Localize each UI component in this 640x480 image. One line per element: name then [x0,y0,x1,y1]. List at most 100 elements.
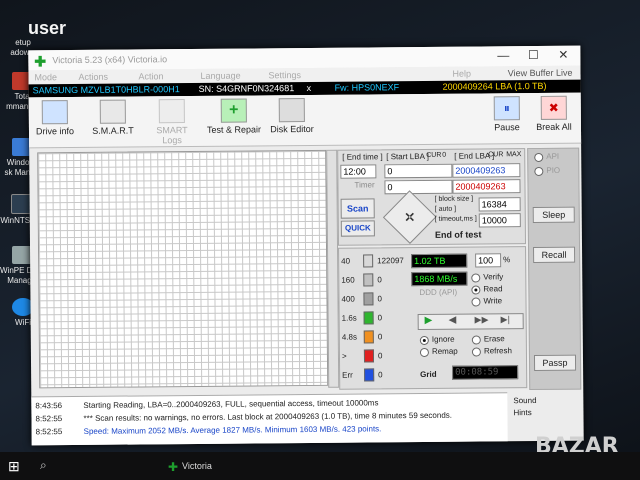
start-cur-button[interactable]: CUR [426,152,441,159]
ddd-api-checkbox[interactable]: DDD (API) [419,288,457,297]
menu-mode[interactable]: Mode [34,72,57,82]
log-time: 8:43:56 [35,401,63,411]
remap-radio[interactable] [419,347,429,358]
pause-button[interactable]: ⏸ Pause [489,96,525,140]
end-lba-max-field[interactable]: 2000409263 [452,179,521,194]
victoria-window: ✚ Victoria 5.23 (x64) Victoria.io — ☐ ✕ … [28,45,584,446]
block-time-swatch [364,368,375,382]
drive-serial: SN: S4GRNF0N324681 [198,83,295,94]
minimize-button[interactable]: — [488,48,518,62]
remap-label: Remap [431,346,458,356]
block-time-label: 40 [341,256,351,266]
victoria-task-icon[interactable]: ✚ [168,460,178,474]
scan-stats-panel: 40 122097 160 0 400 0 1.6s 0 4.8s 0 >0 Err 0 1.02 TB… [338,246,528,390]
end-lba-field[interactable]: 2000409263 [452,163,521,178]
drive-close[interactable]: x [307,83,312,93]
menu-action[interactable]: Action [138,71,163,81]
skip-end-icon[interactable]: ▶| [501,314,510,325]
back-icon[interactable]: ◀ [449,315,457,326]
smart-logs-button[interactable]: SMART Logs [147,99,197,145]
user-label: user [28,18,67,38]
api-radio[interactable] [534,152,544,163]
menu-actions[interactable]: Actions [78,72,108,82]
block-time-label: > [341,351,347,361]
percent-display: 100 [475,253,502,268]
end-of-test-select[interactable]: End of test [435,229,482,239]
log-row: 8:52:55 Speed: Maximum 2052 MB/s. Average… [36,424,382,436]
event-log: 8:43:56 Starting Reading, LBA=0..20004092… [31,392,508,446]
log-time: 8:52:55 [35,414,63,424]
block-size-field[interactable]: 16384 [478,197,521,212]
write-radio[interactable] [471,297,481,307]
percent-unit: % [503,255,511,265]
toolbar: Drive info S.M.A.R.T SMART Logs + Test & … [28,92,582,149]
log-row: 8:52:55 *** Scan results: no warnings, no… [35,411,452,424]
start-zero-button[interactable]: 0 [442,152,446,159]
scan-button[interactable]: Scan [340,198,375,219]
drive-info-icon [41,100,68,125]
hints-checkbox[interactable]: Hints [513,408,531,417]
scan-block-grid [37,149,329,389]
search-icon[interactable]: ⌕ [40,458,47,473]
break-all-button[interactable]: ✖ Break All [533,95,575,140]
end-cur-button[interactable]: CUR [488,151,503,158]
block-time-count: 0 [378,370,383,380]
disk-editor-icon [278,98,305,123]
recall-button[interactable]: Recall [533,246,576,264]
read-label: Read [483,284,503,294]
playback-controls: ▶ ◀ ▶▶ ▶| [417,313,524,331]
block-time-swatch [363,349,375,363]
verify-label: Verify [483,272,504,282]
ignore-label: Ignore [431,334,455,344]
refresh-radio[interactable] [471,347,481,357]
victoria-task-label[interactable]: Victoria [182,461,212,471]
block-time-swatch [363,292,374,306]
start-icon[interactable]: ⊞ [8,458,20,475]
timer-field[interactable]: 0 [384,179,453,195]
end-max-button[interactable]: MAX [506,151,521,158]
block-time-swatch [363,273,374,287]
erase-radio[interactable] [471,335,481,345]
sound-checkbox[interactable]: Sound [513,396,536,405]
block-time-count: 0 [377,294,382,304]
window-title: Victoria 5.23 (x64) Victoria.io [52,54,168,66]
read-radio[interactable] [471,285,481,295]
auto-label: [ auto ] [434,205,457,213]
block-time-count: 0 [377,275,382,285]
smart-icon [99,99,126,124]
skip-forward-icon[interactable]: ▶▶ [475,314,489,325]
api-label: API [546,151,560,161]
passp-button[interactable]: Passp [533,354,577,372]
grid-checkbox[interactable]: Grid [420,370,437,379]
disk-editor-button[interactable]: Disk Editor [269,98,315,142]
pio-radio[interactable] [534,166,544,177]
end-time-field[interactable]: 12:00 [340,164,377,179]
smart-logs-icon [158,99,185,124]
block-time-count: 0 [377,313,383,323]
view-buffer-live[interactable]: View Buffer Live [508,68,573,79]
ignore-radio[interactable] [419,335,429,346]
block-time-swatch [363,330,374,344]
pio-label: PIO [546,165,561,175]
drive-info-button[interactable]: Drive info [33,100,77,144]
taskbar: ⊞ ⌕ ✚ Victoria [0,452,640,480]
log-message: *** Scan results: no warnings, no errors… [83,410,453,423]
block-time-label: 160 [341,275,355,285]
maximize-button[interactable]: ☐ [518,48,548,62]
close-window-button[interactable]: ✕ [548,48,578,62]
play-icon[interactable]: ▶ [425,315,433,326]
menu-language[interactable]: Language [200,71,240,81]
timeout-field[interactable]: 10000 [478,213,521,228]
start-lba-field[interactable]: 0 [384,163,453,179]
verify-radio[interactable] [471,273,481,283]
quick-button[interactable]: QUICK [340,220,375,237]
menu-settings[interactable]: Settings [268,70,301,80]
end-time-label: [ End time ] [342,152,383,162]
direction-pad[interactable]: ✛ [382,190,437,244]
smart-button[interactable]: S.M.A.R.T [91,99,135,143]
test-repair-button[interactable]: + Test & Repair [205,98,263,143]
block-size-label: [ block size ] [434,195,474,203]
sleep-button[interactable]: Sleep [532,206,575,224]
timer-label: Timer [354,180,375,190]
menu-help[interactable]: Help [452,69,471,79]
